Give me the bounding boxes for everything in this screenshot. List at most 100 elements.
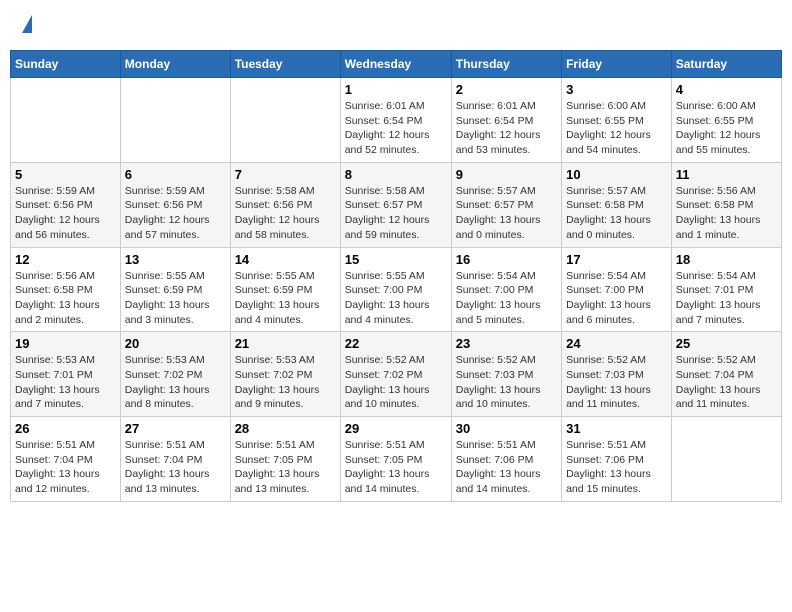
calendar-day-cell: 16 Sunrise: 5:54 AMSunset: 7:00 PMDayligh… [451,247,561,332]
day-number: 31 [566,421,667,436]
day-info: Sunrise: 6:00 AMSunset: 6:55 PMDaylight:… [676,99,777,158]
day-of-week-header: Thursday [451,51,561,78]
calendar-week-row: 12 Sunrise: 5:56 AMSunset: 6:58 PMDayligh… [11,247,782,332]
logo [20,15,32,35]
day-number: 29 [345,421,447,436]
calendar-week-row: 1Sunrise: 6:01 AMSunset: 6:54 PMDaylight… [11,78,782,163]
day-info: Sunrise: 5:56 AMSunset: 6:58 PMDaylight:… [15,269,116,328]
calendar-day-cell: 24 Sunrise: 5:52 AMSunset: 7:03 PMDayligh… [562,332,672,417]
day-info: Sunrise: 5:51 AMSunset: 7:05 PMDaylight:… [235,438,336,497]
day-of-week-header: Tuesday [230,51,340,78]
day-number: 23 [456,336,557,351]
day-number: 27 [125,421,226,436]
day-number: 21 [235,336,336,351]
day-number: 24 [566,336,667,351]
day-info: Sunrise: 5:56 AMSunset: 6:58 PMDaylight:… [676,184,777,243]
day-number: 22 [345,336,447,351]
day-of-week-header: Saturday [671,51,781,78]
calendar-day-cell: 10Sunrise: 5:57 AMSunset: 6:58 PMDayligh… [562,162,672,247]
day-of-week-header: Monday [120,51,230,78]
calendar-day-cell: 7 Sunrise: 5:58 AMSunset: 6:56 PMDaylight… [230,162,340,247]
day-number: 5 [15,167,116,182]
day-of-week-header: Wednesday [340,51,451,78]
day-info: Sunrise: 5:57 AMSunset: 6:57 PMDaylight:… [456,184,557,243]
day-info: Sunrise: 5:53 AMSunset: 7:02 PMDaylight:… [125,353,226,412]
calendar-day-cell: 13Sunrise: 5:55 AMSunset: 6:59 PMDayligh… [120,247,230,332]
logo-triangle-icon [22,15,32,33]
day-info: Sunrise: 5:51 AMSunset: 7:06 PMDaylight:… [566,438,667,497]
day-info: Sunrise: 5:59 AMSunset: 6:56 PMDaylight:… [15,184,116,243]
day-info: Sunrise: 5:52 AMSunset: 7:02 PMDaylight:… [345,353,447,412]
calendar-week-row: 26 Sunrise: 5:51 AMSunset: 7:04 PMDayligh… [11,417,782,502]
day-info: Sunrise: 5:54 AMSunset: 7:01 PMDaylight:… [676,269,777,328]
day-number: 18 [676,252,777,267]
page-header [10,10,782,40]
day-number: 14 [235,252,336,267]
calendar-day-cell [11,78,121,163]
day-number: 2 [456,82,557,97]
calendar-day-cell: 28Sunrise: 5:51 AMSunset: 7:05 PMDayligh… [230,417,340,502]
day-info: Sunrise: 5:55 AMSunset: 6:59 PMDaylight:… [235,269,336,328]
day-number: 8 [345,167,447,182]
calendar-day-cell: 18 Sunrise: 5:54 AMSunset: 7:01 PMDayligh… [671,247,781,332]
calendar-day-cell [671,417,781,502]
day-info: Sunrise: 6:01 AMSunset: 6:54 PMDaylight:… [456,99,557,158]
calendar-table: SundayMondayTuesdayWednesdayThursdayFrid… [10,50,782,502]
day-info: Sunrise: 5:58 AMSunset: 6:57 PMDaylight:… [345,184,447,243]
calendar-day-cell: 27 Sunrise: 5:51 AMSunset: 7:04 PMDayligh… [120,417,230,502]
day-of-week-header: Sunday [11,51,121,78]
day-of-week-header: Friday [562,51,672,78]
calendar-day-cell: 5 Sunrise: 5:59 AMSunset: 6:56 PMDaylight… [11,162,121,247]
day-number: 9 [456,167,557,182]
calendar-day-cell: 29Sunrise: 5:51 AMSunset: 7:05 PMDayligh… [340,417,451,502]
day-number: 30 [456,421,557,436]
day-info: Sunrise: 5:54 AMSunset: 7:00 PMDaylight:… [456,269,557,328]
calendar-day-cell: 17Sunrise: 5:54 AMSunset: 7:00 PMDayligh… [562,247,672,332]
day-number: 12 [15,252,116,267]
calendar-day-cell: 3Sunrise: 6:00 AMSunset: 6:55 PMDaylight… [562,78,672,163]
calendar-day-cell: 6 Sunrise: 5:59 AMSunset: 6:56 PMDaylight… [120,162,230,247]
day-info: Sunrise: 5:52 AMSunset: 7:04 PMDaylight:… [676,353,777,412]
day-info: Sunrise: 5:53 AMSunset: 7:01 PMDaylight:… [15,353,116,412]
calendar-day-cell: 9 Sunrise: 5:57 AMSunset: 6:57 PMDaylight… [451,162,561,247]
calendar-header-row: SundayMondayTuesdayWednesdayThursdayFrid… [11,51,782,78]
calendar-week-row: 5 Sunrise: 5:59 AMSunset: 6:56 PMDaylight… [11,162,782,247]
calendar-day-cell: 30 Sunrise: 5:51 AMSunset: 7:06 PMDayligh… [451,417,561,502]
day-number: 15 [345,252,447,267]
day-info: Sunrise: 5:51 AMSunset: 7:06 PMDaylight:… [456,438,557,497]
day-info: Sunrise: 6:01 AMSunset: 6:54 PMDaylight:… [345,99,447,158]
day-info: Sunrise: 5:55 AMSunset: 7:00 PMDaylight:… [345,269,447,328]
calendar-day-cell: 14 Sunrise: 5:55 AMSunset: 6:59 PMDayligh… [230,247,340,332]
calendar-day-cell: 2 Sunrise: 6:01 AMSunset: 6:54 PMDaylight… [451,78,561,163]
day-info: Sunrise: 5:51 AMSunset: 7:04 PMDaylight:… [15,438,116,497]
calendar-day-cell: 21 Sunrise: 5:53 AMSunset: 7:02 PMDayligh… [230,332,340,417]
calendar-week-row: 19 Sunrise: 5:53 AMSunset: 7:01 PMDayligh… [11,332,782,417]
calendar-day-cell: 26 Sunrise: 5:51 AMSunset: 7:04 PMDayligh… [11,417,121,502]
calendar-day-cell: 19 Sunrise: 5:53 AMSunset: 7:01 PMDayligh… [11,332,121,417]
day-number: 11 [676,167,777,182]
calendar-day-cell: 1Sunrise: 6:01 AMSunset: 6:54 PMDaylight… [340,78,451,163]
calendar-day-cell [120,78,230,163]
day-number: 19 [15,336,116,351]
day-number: 26 [15,421,116,436]
calendar-day-cell: 31 Sunrise: 5:51 AMSunset: 7:06 PMDayligh… [562,417,672,502]
day-info: Sunrise: 5:58 AMSunset: 6:56 PMDaylight:… [235,184,336,243]
day-info: Sunrise: 5:59 AMSunset: 6:56 PMDaylight:… [125,184,226,243]
calendar-day-cell: 8 Sunrise: 5:58 AMSunset: 6:57 PMDaylight… [340,162,451,247]
day-info: Sunrise: 5:53 AMSunset: 7:02 PMDaylight:… [235,353,336,412]
day-number: 16 [456,252,557,267]
calendar-day-cell: 4Sunrise: 6:00 AMSunset: 6:55 PMDaylight… [671,78,781,163]
day-info: Sunrise: 5:52 AMSunset: 7:03 PMDaylight:… [456,353,557,412]
day-info: Sunrise: 5:54 AMSunset: 7:00 PMDaylight:… [566,269,667,328]
calendar-day-cell: 15 Sunrise: 5:55 AMSunset: 7:00 PMDayligh… [340,247,451,332]
day-info: Sunrise: 5:51 AMSunset: 7:04 PMDaylight:… [125,438,226,497]
calendar-day-cell: 25Sunrise: 5:52 AMSunset: 7:04 PMDayligh… [671,332,781,417]
day-number: 7 [235,167,336,182]
day-number: 6 [125,167,226,182]
day-info: Sunrise: 5:52 AMSunset: 7:03 PMDaylight:… [566,353,667,412]
calendar-day-cell: 11 Sunrise: 5:56 AMSunset: 6:58 PMDayligh… [671,162,781,247]
calendar-day-cell: 12 Sunrise: 5:56 AMSunset: 6:58 PMDayligh… [11,247,121,332]
day-number: 13 [125,252,226,267]
calendar-day-cell: 20Sunrise: 5:53 AMSunset: 7:02 PMDayligh… [120,332,230,417]
calendar-day-cell: 23 Sunrise: 5:52 AMSunset: 7:03 PMDayligh… [451,332,561,417]
